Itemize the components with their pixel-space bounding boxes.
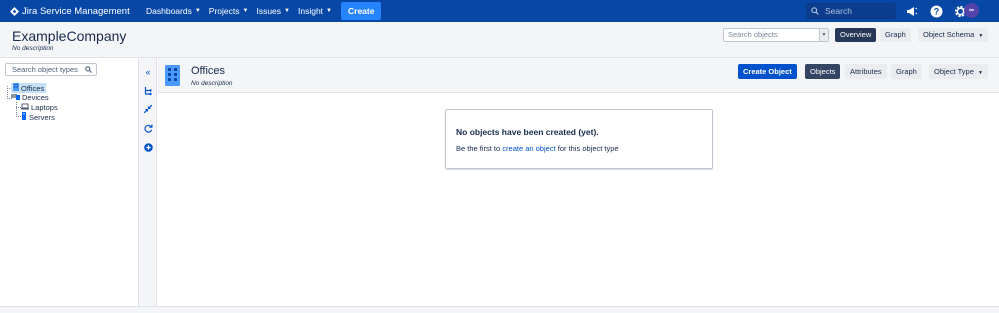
chevron-down-icon: ▼ — [978, 33, 984, 39]
create-object-button[interactable]: Create Object — [738, 64, 797, 79]
chevron-down-icon: ▼ — [977, 70, 983, 76]
tree-item-offices[interactable]: Offices — [11, 83, 47, 93]
search-object-types-input[interactable]: Search object types — [5, 63, 97, 76]
object-type-description: No description — [191, 80, 233, 87]
help-icon[interactable]: ? — [929, 4, 943, 18]
page-description: No description — [12, 45, 54, 52]
tree-item-label: Servers — [29, 112, 55, 122]
chevron-down-icon: ▼ — [242, 8, 249, 14]
brand-name: Jira Service Management — [22, 5, 130, 17]
tree-connector — [16, 102, 17, 117]
empty-state-heading: No objects have been created (yet). — [456, 127, 599, 137]
object-type-button[interactable]: Object Type ▼ — [929, 64, 988, 79]
refresh-icon[interactable] — [143, 123, 153, 133]
chevron-down-icon: ▼ — [326, 8, 332, 14]
tree-item-label: Offices — [21, 83, 45, 93]
empty-state-panel: No objects have been created (yet). Be t… — [445, 109, 713, 169]
chevron-down-icon: ▼ — [284, 8, 290, 14]
add-icon[interactable] — [143, 142, 153, 152]
global-search-input[interactable]: Search — [806, 3, 896, 19]
nav-dashboards[interactable]: Dashboards ▼ — [146, 6, 201, 16]
empty-text-after: for this object type — [555, 144, 619, 153]
svg-text:?: ? — [933, 6, 939, 16]
tree-item-servers[interactable]: Servers — [21, 112, 55, 122]
tree-toolbar: « — [139, 58, 157, 313]
top-navigation: Jira Service Management Dashboards ▼ Proj… — [0, 0, 999, 22]
building-icon — [13, 83, 19, 93]
create-button[interactable]: Create — [341, 2, 382, 20]
compress-icon[interactable] — [143, 104, 153, 114]
jira-logo-icon — [10, 6, 19, 16]
nav-insight[interactable]: Insight ▼ — [298, 6, 332, 16]
server-icon — [21, 112, 27, 122]
object-type-tree: Search object types Offices Devices Lapt… — [0, 58, 139, 313]
laptop-icon — [21, 103, 29, 112]
object-type-title: Offices — [191, 65, 226, 77]
search-objects-input[interactable]: Search objects ▼ — [723, 28, 829, 42]
object-type-main: Offices No description Create Object Obj… — [158, 58, 999, 313]
tab-attributes[interactable]: Attributes — [845, 64, 887, 79]
chevron-down-icon[interactable]: ▼ — [819, 29, 828, 41]
nav-projects[interactable]: Projects ▼ — [209, 6, 249, 16]
devices-icon — [11, 93, 20, 102]
tree-item-devices[interactable]: Devices — [11, 93, 49, 102]
search-objects-placeholder: Search objects — [728, 30, 778, 39]
graph-button[interactable]: Graph — [880, 28, 911, 42]
product-brand[interactable]: Jira Service Management — [10, 6, 138, 17]
create-object-link[interactable]: create an object — [502, 144, 555, 153]
tree-search-placeholder: Search object types — [12, 65, 78, 74]
tree-item-laptops[interactable]: Laptops — [21, 103, 58, 112]
nav-insight-label: Insight — [298, 6, 324, 16]
object-type-header: Offices No description Create Object Obj… — [158, 58, 999, 93]
hierarchy-icon[interactable] — [143, 86, 153, 96]
object-type-label: Object Type — [934, 67, 974, 76]
tab-objects[interactable]: Objects — [805, 64, 841, 79]
nav-projects-label: Projects — [208, 6, 240, 16]
schema-header: ExampleCompany No description Search obj… — [0, 22, 999, 58]
object-schema-button[interactable]: Object Schema ▼ — [918, 28, 989, 42]
tree-item-label: Devices — [22, 93, 49, 102]
search-icon — [811, 7, 819, 15]
search-icon — [85, 66, 92, 73]
tab-graph[interactable]: Graph — [891, 64, 922, 79]
avatar[interactable]: ∞ — [964, 3, 979, 18]
nav-issues-label: Issues — [256, 6, 282, 16]
nav-issues[interactable]: Issues ▼ — [256, 6, 290, 16]
empty-text-before: Be the first to — [456, 144, 503, 153]
footer-bar — [0, 306, 999, 313]
megaphone-icon[interactable] — [905, 4, 919, 18]
search-placeholder: Search — [825, 6, 852, 16]
collapse-icon[interactable]: « — [143, 67, 153, 77]
page-title: ExampleCompany — [12, 28, 127, 44]
overview-button[interactable]: Overview — [835, 28, 877, 42]
nav-dashboards-label: Dashboards — [146, 6, 192, 16]
empty-state-text: Be the first to create an object for thi… — [456, 144, 619, 153]
object-schema-label: Object Schema — [923, 30, 975, 39]
chevron-down-icon: ▼ — [194, 8, 201, 14]
building-icon — [165, 65, 180, 86]
tree-item-label: Laptops — [31, 103, 58, 112]
